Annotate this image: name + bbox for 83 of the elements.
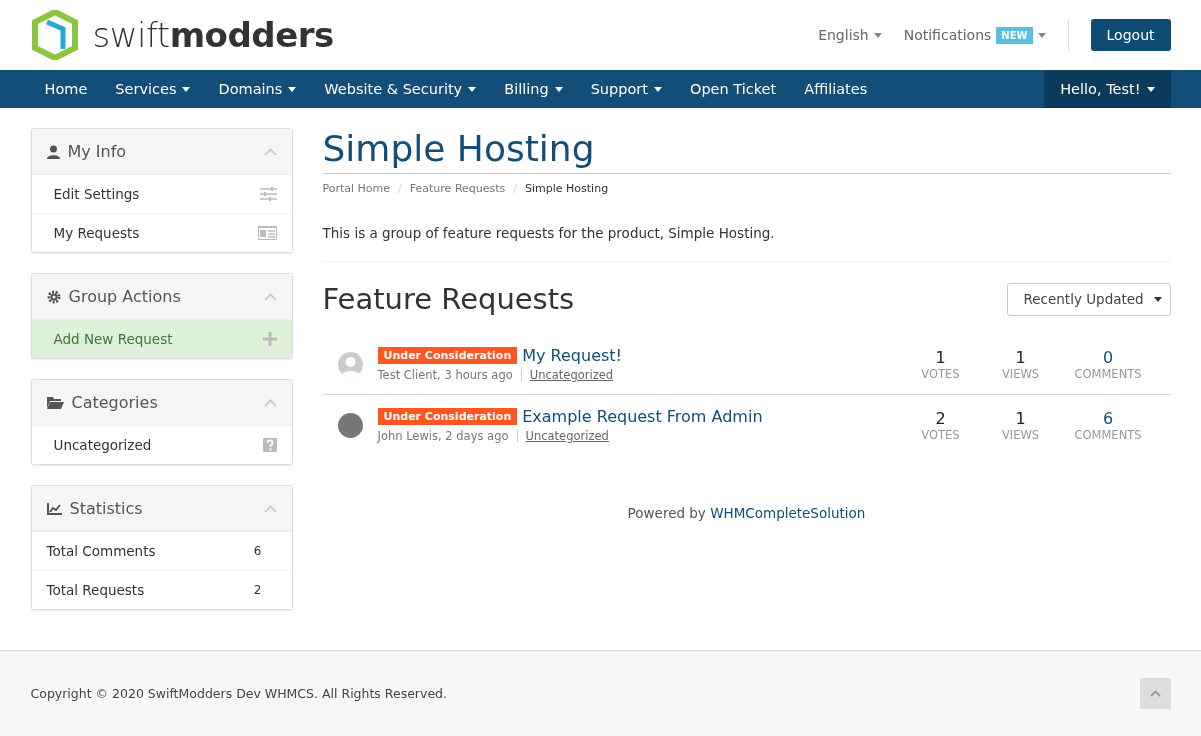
panel-title: My Info xyxy=(67,142,128,161)
plus-icon xyxy=(262,332,277,346)
caret-icon xyxy=(1153,296,1162,302)
stat-label: VIEWS xyxy=(1001,366,1040,381)
collapse-icon[interactable] xyxy=(263,147,277,156)
status-label: Under Consideration xyxy=(377,347,518,364)
notifications-menu[interactable]: Notifications NEW xyxy=(903,26,1046,44)
logo-icon xyxy=(30,10,79,60)
photo-placeholder xyxy=(337,412,363,438)
folder-icon xyxy=(46,396,64,409)
breadcrumb-separator: / xyxy=(398,182,402,195)
item-label: My Requests xyxy=(53,225,140,241)
category-link[interactable]: Uncategorized xyxy=(525,429,609,443)
request-title[interactable]: Example Request From Admin xyxy=(522,407,763,426)
item-label: Total Comments xyxy=(46,543,156,559)
stat-value: 0 xyxy=(1102,347,1114,367)
item-label: Edit Settings xyxy=(53,186,140,202)
sidebar-item[interactable]: My Requests xyxy=(31,213,292,252)
breadcrumb-separator: / xyxy=(513,182,517,195)
nav-item[interactable]: Affiliates xyxy=(790,70,882,108)
stat-value: 6 xyxy=(1102,408,1114,428)
sidebar-item[interactable]: Add New Request xyxy=(31,319,292,358)
section-title: Feature Requests xyxy=(322,282,575,316)
sort-select[interactable]: Recently Updated xyxy=(1006,282,1171,316)
new-badge: NEW xyxy=(996,26,1033,44)
page-title: Simple Hosting xyxy=(322,128,1171,174)
logout-button[interactable]: Logout xyxy=(1090,19,1171,51)
stat-count: 2 xyxy=(253,583,262,597)
stat-value: 2 xyxy=(935,408,946,428)
stat-label: COMMENTS xyxy=(1074,427,1142,442)
stat-value: 1 xyxy=(935,347,946,367)
breadcrumb-link[interactable]: Simple Hosting xyxy=(525,182,609,195)
caret-icon xyxy=(873,32,882,38)
chevron-up-icon xyxy=(1149,690,1161,697)
nav-item[interactable]: Domains xyxy=(204,70,311,108)
caret-icon xyxy=(1037,32,1046,38)
nav-item[interactable]: Home xyxy=(30,70,102,108)
back-to-top-button[interactable] xyxy=(1139,678,1171,709)
stat-value: 1 xyxy=(1015,408,1026,428)
question-icon xyxy=(262,438,277,452)
whmcs-link[interactable]: WHMCompleteSolution xyxy=(710,505,866,521)
avatar-icon xyxy=(337,351,363,377)
nav-item[interactable]: Website & Security xyxy=(310,70,491,108)
request-title[interactable]: My Request! xyxy=(522,346,622,365)
collapse-icon[interactable] xyxy=(263,398,277,407)
stat-value: 1 xyxy=(1015,347,1026,367)
breadcrumb-link[interactable]: Feature Requests xyxy=(409,182,506,195)
id-card-icon xyxy=(257,226,277,240)
powered-by-text: Powered by WHMCompleteSolution xyxy=(626,505,867,521)
request-meta: John Lewis, 2 days ago xyxy=(377,429,509,443)
category-link[interactable]: Uncategorized xyxy=(529,368,614,382)
nav-item[interactable]: Services xyxy=(101,70,205,108)
stat-label: VIEWS xyxy=(1001,427,1040,442)
copyright-text: Copyright © 2020 SwiftModders Dev WHMCS. All Rights Reserved. xyxy=(30,686,447,701)
item-label: Add New Request xyxy=(53,331,173,347)
sidebar-item[interactable]: Edit Settings xyxy=(31,174,292,213)
stat-label: VOTES xyxy=(921,427,960,442)
description-text: This is a group of feature requests for the product, Simple Hosting. xyxy=(322,225,1171,262)
account-menu[interactable]: Hello, Test! xyxy=(1044,70,1171,108)
settings-icon xyxy=(46,289,61,304)
nav-item[interactable]: Billing xyxy=(490,70,577,108)
language-menu[interactable]: English xyxy=(818,27,882,43)
breadcrumb-link[interactable]: Portal Home xyxy=(322,182,391,195)
stat-label: COMMENTS xyxy=(1074,366,1142,381)
caret-icon xyxy=(1146,86,1155,92)
collapse-icon[interactable] xyxy=(263,292,277,301)
request-meta: Test Client, 3 hours ago xyxy=(377,368,513,382)
item-label: Total Requests xyxy=(46,582,145,598)
panel-title: Statistics xyxy=(69,499,144,518)
panel-title: Categories xyxy=(71,393,159,412)
sliders-icon xyxy=(259,187,277,201)
chart-icon xyxy=(46,502,62,515)
collapse-icon[interactable] xyxy=(263,504,277,513)
nav-item[interactable]: Open Ticket xyxy=(676,70,791,108)
logo-text: swiftmodders xyxy=(92,15,334,55)
stat-label: VOTES xyxy=(921,366,960,381)
user-icon xyxy=(46,144,60,159)
nav-item[interactable]: Support xyxy=(576,70,676,108)
sidebar-item[interactable]: Uncategorized xyxy=(31,425,292,464)
status-label: Under Consideration xyxy=(377,408,518,425)
stat-count: 6 xyxy=(253,544,262,558)
item-label: Uncategorized xyxy=(53,437,152,453)
panel-title: Group Actions xyxy=(68,287,182,306)
